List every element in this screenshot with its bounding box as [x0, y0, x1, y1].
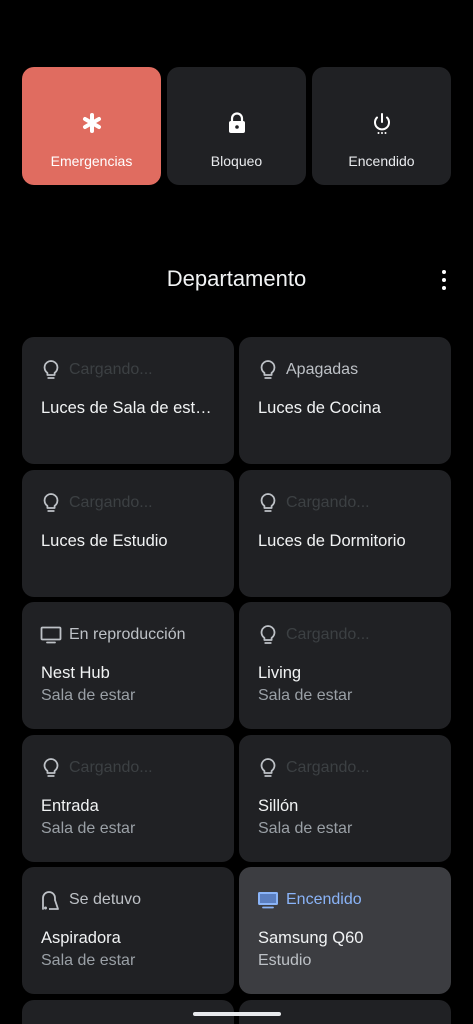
lightbulb-icon — [40, 492, 62, 514]
gesture-nav-handle[interactable] — [193, 1012, 281, 1016]
device-status: Se detuvo — [69, 891, 142, 908]
lockdown-label: Bloqueo — [210, 153, 263, 169]
device-room: Sala de estar — [258, 820, 353, 837]
vacuum-icon — [40, 889, 62, 911]
device-name: Nest Hub — [41, 664, 110, 682]
device-room: Sala de estar — [41, 952, 136, 969]
power-icon — [371, 112, 393, 134]
emergency-label: Emergencias — [50, 153, 133, 169]
device-name: Samsung Q60 — [258, 929, 364, 947]
power-button[interactable]: Encendido — [312, 67, 451, 185]
device-status: Cargando... — [286, 494, 370, 511]
device-status: Apagadas — [286, 361, 359, 378]
lightbulb-icon — [257, 757, 279, 779]
device-tile-entrada[interactable]: Cargando... Entrada Sala de estar — [22, 735, 234, 862]
lightbulb-icon — [40, 359, 62, 381]
device-status: Encendido — [286, 891, 362, 908]
device-status: Cargando... — [69, 494, 153, 511]
device-name: Entrada — [41, 797, 99, 815]
lightbulb-icon — [40, 757, 62, 779]
emergency-button[interactable]: Emergencias — [22, 67, 161, 185]
device-name: Luces de Cocina — [258, 399, 381, 417]
lockdown-button[interactable]: Bloqueo — [167, 67, 306, 185]
device-name: Living — [258, 664, 302, 682]
device-name: Luces de Sala de est… — [41, 399, 212, 417]
device-status: Cargando... — [286, 759, 370, 776]
device-status: Cargando... — [69, 361, 153, 378]
more-options-button[interactable] — [436, 268, 452, 292]
device-tile-luces-sala[interactable]: Cargando... Luces de Sala de est… — [22, 337, 234, 464]
lightbulb-icon — [257, 492, 279, 514]
device-name: Aspiradora — [41, 929, 121, 947]
device-room: Sala de estar — [41, 687, 136, 704]
device-tile-nest-hub[interactable]: En reproducción Nest Hub Sala de estar — [22, 602, 234, 729]
device-status: Cargando... — [286, 626, 370, 643]
device-tile-luces-dormitorio[interactable]: Cargando... Luces de Dormitorio — [239, 470, 451, 597]
power-label: Encendido — [348, 153, 415, 169]
display-icon — [40, 624, 62, 646]
device-tile-luces-estudio[interactable]: Cargando... Luces de Estudio — [22, 470, 234, 597]
device-tile-living[interactable]: Cargando... Living Sala de estar — [239, 602, 451, 729]
device-tile-luces-cocina[interactable]: Apagadas Luces de Cocina — [239, 337, 451, 464]
device-room: Estudio — [258, 952, 312, 969]
tv-icon — [257, 889, 279, 911]
device-name: Sillón — [258, 797, 299, 815]
lock-icon — [226, 112, 248, 134]
device-room: Sala de estar — [41, 820, 136, 837]
device-name: Luces de Estudio — [41, 532, 168, 550]
asterisk-icon — [81, 112, 103, 134]
lightbulb-icon — [257, 359, 279, 381]
device-tile-sillon[interactable]: Cargando... Sillón Sala de estar — [239, 735, 451, 862]
device-name: Luces de Dormitorio — [258, 532, 406, 550]
device-room: Sala de estar — [258, 687, 353, 704]
structure-title[interactable]: Departamento — [0, 266, 473, 292]
device-tile-aspiradora[interactable]: Se detuvo Aspiradora Sala de estar — [22, 867, 234, 994]
device-tile-samsung-q60[interactable]: Encendido Samsung Q60 Estudio — [239, 867, 451, 994]
device-status: En reproducción — [69, 626, 186, 643]
device-status: Cargando... — [69, 759, 153, 776]
lightbulb-icon — [257, 624, 279, 646]
